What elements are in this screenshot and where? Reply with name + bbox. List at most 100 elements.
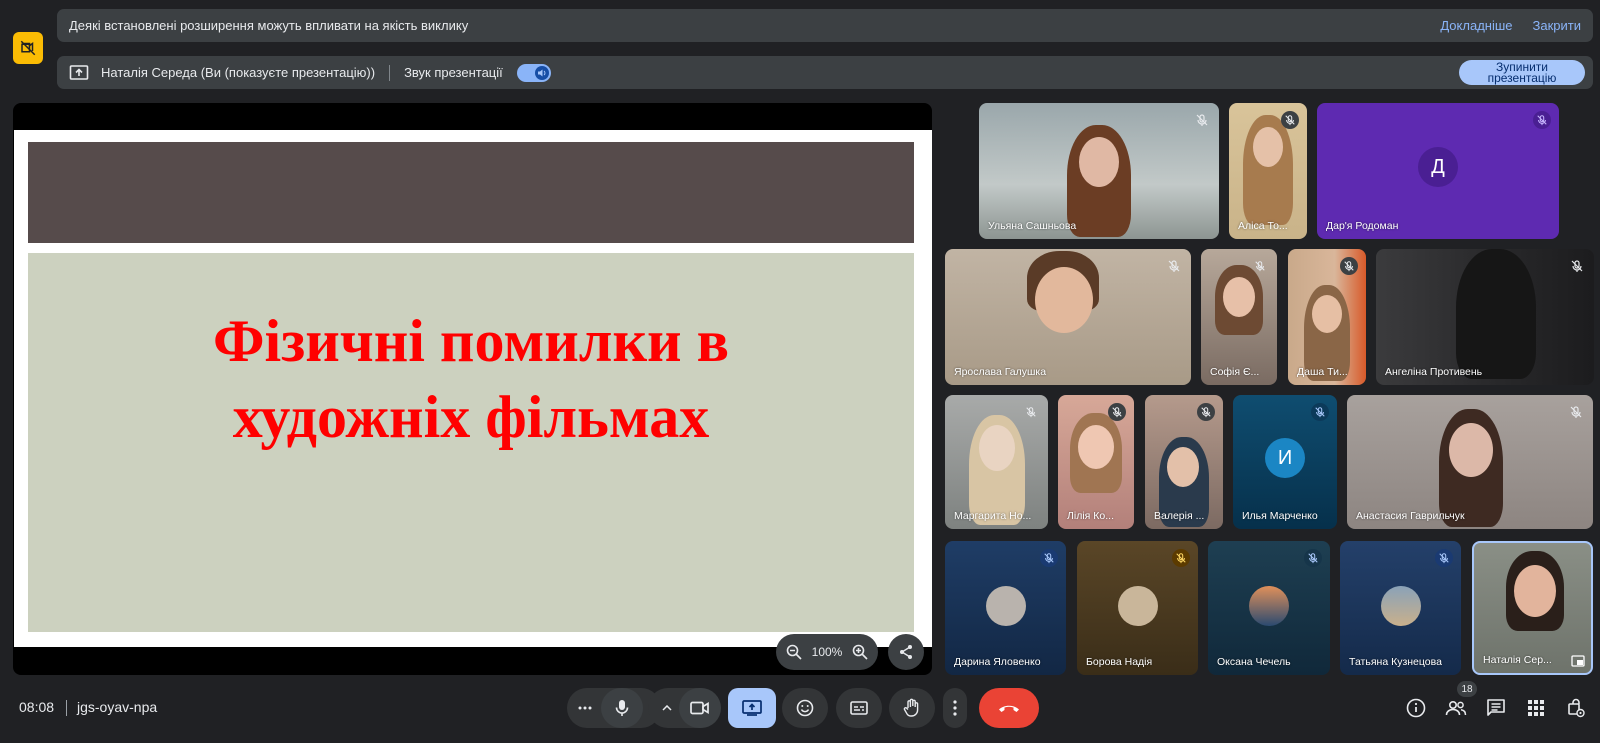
reactions-button[interactable] xyxy=(782,688,828,728)
mic-icon xyxy=(615,700,629,716)
participant-name: Дар'я Родоман xyxy=(1326,220,1399,232)
participant-name: Оксана Чечель xyxy=(1217,656,1291,668)
mic-off-icon xyxy=(1567,403,1585,421)
host-controls-icon[interactable] xyxy=(1564,696,1588,720)
participant-face xyxy=(1079,137,1119,187)
activities-icon[interactable] xyxy=(1524,696,1548,720)
participant-video xyxy=(1456,249,1536,379)
participant-name: Дарина Яловенко xyxy=(954,656,1041,668)
participant-avatar xyxy=(1380,586,1421,626)
participant-tile[interactable]: Татьяна Кузнецова xyxy=(1340,541,1461,675)
chat-icon[interactable] xyxy=(1484,696,1508,720)
mic-off-icon xyxy=(1311,403,1329,421)
participant-tile-self[interactable]: Наталія Сер... xyxy=(1472,541,1593,675)
meeting-details-icon[interactable] xyxy=(1404,696,1428,720)
closed-caption-icon xyxy=(850,701,868,715)
participant-avatar xyxy=(985,586,1026,626)
participant-name: Ульяна Сашньова xyxy=(988,220,1077,232)
mic-off-icon xyxy=(1022,403,1040,421)
stop-presenting-button[interactable]: Зупинити презентацію xyxy=(1459,60,1585,85)
mic-off-icon xyxy=(1193,111,1211,129)
presenting-status-text: Наталія Середа (Ви (показуєте презентаці… xyxy=(101,65,376,80)
present-now-button[interactable] xyxy=(728,688,776,728)
participant-face xyxy=(1312,295,1342,333)
participant-count-badge: 18 xyxy=(1457,681,1477,697)
share-icon[interactable] xyxy=(888,634,924,670)
participant-name: Валерія ... xyxy=(1154,510,1205,522)
participant-name: Аліса То... xyxy=(1238,220,1288,232)
participant-tile[interactable]: Борова Надія xyxy=(1077,541,1198,675)
participant-name: Ангеліна Противень xyxy=(1385,366,1483,378)
learn-more-link[interactable]: Докладніше xyxy=(1440,18,1512,33)
chevron-up-icon xyxy=(662,705,672,711)
close-banner-link[interactable]: Закрити xyxy=(1533,18,1581,33)
participant-name: Илья Марченко xyxy=(1242,510,1318,522)
participant-face xyxy=(1514,565,1556,617)
microphone-button[interactable] xyxy=(601,688,643,728)
participant-tile[interactable]: Д Дар'я Родоман xyxy=(1317,103,1559,239)
participant-avatar: И xyxy=(1265,438,1305,478)
slide-title-line-1: Фізичні помилки в xyxy=(212,308,730,374)
divider xyxy=(389,64,391,81)
participant-name: Татьяна Кузнецова xyxy=(1349,656,1442,668)
mic-off-icon xyxy=(1251,257,1269,275)
presenting-banner: Наталія Середа (Ви (показуєте презентаці… xyxy=(57,56,1593,89)
video-off-warning-button[interactable] xyxy=(13,32,43,64)
participant-name: Анастасия Гаврильчук xyxy=(1356,510,1465,522)
zoom-controls: 100% xyxy=(776,634,878,670)
volume-icon xyxy=(534,65,549,80)
people-icon[interactable] xyxy=(1444,696,1468,720)
participant-tile[interactable]: Софія Є... xyxy=(1201,249,1277,385)
clock: 08:08 xyxy=(19,699,55,715)
more-options-button[interactable] xyxy=(943,688,967,728)
participant-tile[interactable]: Аліса То... xyxy=(1229,103,1307,239)
participant-avatar xyxy=(1117,586,1158,626)
participant-avatar: Д xyxy=(1418,147,1458,187)
audio-options-button[interactable] xyxy=(575,688,595,728)
participant-face xyxy=(1078,425,1114,469)
participant-tile[interactable]: Оксана Чечель xyxy=(1208,541,1330,675)
participant-tile[interactable]: Даша Ти... xyxy=(1288,249,1366,385)
participant-name: Лілія Ко... xyxy=(1067,510,1114,522)
participant-tile[interactable]: Лілія Ко... xyxy=(1058,395,1134,529)
participant-tile[interactable]: Анастасия Гаврильчук xyxy=(1347,395,1593,529)
participant-face xyxy=(1449,423,1493,477)
leave-call-button[interactable] xyxy=(979,688,1039,728)
meeting-code: jgs-oyav-npa xyxy=(77,699,158,715)
mic-off-icon xyxy=(1040,549,1058,567)
zoom-out-icon[interactable] xyxy=(786,644,802,660)
presentation-audio-label: Звук презентації xyxy=(404,65,503,80)
participant-tile[interactable]: Дарина Яловенко xyxy=(945,541,1066,675)
camera-icon xyxy=(690,701,709,715)
participant-tile[interactable]: Ульяна Сашньова xyxy=(979,103,1219,239)
slide: Фізичні помилки в художніх фільмах xyxy=(14,130,932,647)
raise-hand-button[interactable] xyxy=(889,688,935,728)
camera-button[interactable] xyxy=(679,688,721,728)
slide-body: Фізичні помилки в художніх фільмах xyxy=(28,253,914,632)
participant-name: Ярослава Галушка xyxy=(954,366,1047,378)
more-horiz-icon xyxy=(578,706,592,710)
mic-off-icon xyxy=(1165,257,1183,275)
participant-tile[interactable]: Маргарита Но... xyxy=(945,395,1048,529)
picture-in-picture-icon[interactable] xyxy=(1571,655,1585,667)
participant-tile[interactable]: Ярослава Галушка xyxy=(945,249,1191,385)
slide-header-band xyxy=(28,142,914,243)
present-to-all-icon xyxy=(742,700,762,716)
participant-tile[interactable]: Валерія ... xyxy=(1145,395,1223,529)
captions-button[interactable] xyxy=(836,688,882,728)
participant-face xyxy=(1167,447,1199,487)
participant-face xyxy=(1223,277,1255,317)
participant-face xyxy=(1035,267,1093,333)
mic-off-icon xyxy=(1533,111,1551,129)
hand-icon xyxy=(903,698,919,717)
presentation-audio-toggle[interactable] xyxy=(516,63,551,82)
control-bar: 08:08 jgs-oyav-npa xyxy=(0,688,1600,728)
participant-tile[interactable]: Ангеліна Противень xyxy=(1376,249,1594,385)
video-options-button[interactable] xyxy=(657,688,677,728)
participant-tile[interactable]: И Илья Марченко xyxy=(1233,395,1337,529)
extensions-warning-text: Деякі встановлені розширення можуть впли… xyxy=(69,18,469,33)
slide-title: Фізичні помилки в художніх фільмах xyxy=(28,303,914,455)
zoom-in-icon[interactable] xyxy=(852,644,868,660)
slide-title-line-2: художніх фільмах xyxy=(232,384,710,450)
mic-off-icon xyxy=(1568,257,1586,275)
